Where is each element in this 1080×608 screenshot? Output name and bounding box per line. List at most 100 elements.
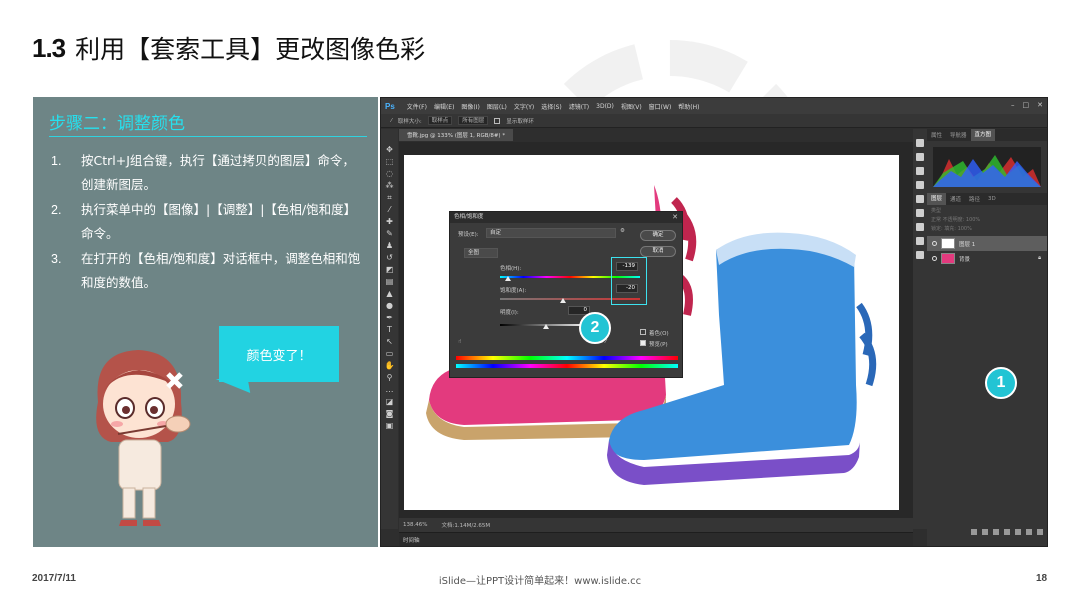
section-number: 1.3 xyxy=(32,32,66,63)
adjustment-layer-icon[interactable] xyxy=(1004,529,1010,535)
blur-tool-icon[interactable]: ▲ xyxy=(384,289,395,298)
tab-properties[interactable]: 属性 xyxy=(927,131,946,139)
preview-checkbox[interactable] xyxy=(640,340,646,346)
type-tool-icon[interactable]: T xyxy=(384,325,395,334)
menu-3d[interactable]: 3D(D) xyxy=(596,103,614,110)
layer-name: 背景 xyxy=(959,256,971,263)
top-panel-tabs: 属性 导航器 直方图 xyxy=(927,129,1047,141)
shape-tool-icon[interactable]: ▭ xyxy=(384,349,395,358)
hand-tool-icon[interactable]: ✋ xyxy=(384,361,395,370)
screen-mode-icon[interactable]: ▣ xyxy=(384,421,395,430)
tool-presets-icon[interactable] xyxy=(916,251,924,259)
lasso-tool-icon[interactable]: ◌ xyxy=(384,169,395,178)
eyedropper-tool-icon[interactable]: ⁄ xyxy=(384,205,395,214)
fill-input[interactable]: 100% xyxy=(958,226,972,232)
tab-3d[interactable]: 3D xyxy=(984,196,1000,202)
tab-layers[interactable]: 图层 xyxy=(927,193,947,205)
actions-icon[interactable] xyxy=(916,153,924,161)
menu-help[interactable]: 帮助(H) xyxy=(678,102,699,111)
move-tool-icon[interactable]: ✥ xyxy=(384,145,395,154)
visibility-eye-icon[interactable] xyxy=(932,256,937,261)
cancel-button[interactable]: 取消 xyxy=(640,246,676,257)
menu-type[interactable]: 文字(Y) xyxy=(514,102,534,111)
tab-navigator[interactable]: 导航器 xyxy=(946,131,971,139)
dodge-tool-icon[interactable]: ● xyxy=(384,301,395,310)
pen-tool-icon[interactable]: ✒ xyxy=(384,313,395,322)
quick-mask-icon[interactable]: ◙ xyxy=(384,409,395,418)
menu-filter[interactable]: 滤镜(T) xyxy=(569,102,589,111)
tab-channels[interactable]: 通道 xyxy=(946,195,965,203)
history-icon[interactable] xyxy=(916,139,924,147)
menu-layer[interactable]: 图层(L) xyxy=(487,102,507,111)
quick-select-icon[interactable]: ⁂ xyxy=(384,181,395,190)
menu-image[interactable]: 图像(I) xyxy=(461,102,479,111)
speech-bubble-tail xyxy=(215,379,251,393)
blend-mode-select[interactable]: 正常 xyxy=(931,217,941,223)
menu-view[interactable]: 视图(V) xyxy=(621,102,642,111)
color-swatches-icon[interactable]: ◪ xyxy=(384,397,395,406)
layer-row[interactable]: 图层 1 xyxy=(927,236,1047,251)
histogram-graph xyxy=(933,155,1041,187)
healing-tool-icon[interactable]: ✚ xyxy=(384,217,395,226)
eraser-tool-icon[interactable]: ◩ xyxy=(384,265,395,274)
eyedropper-icon[interactable]: ⁄ xyxy=(391,118,392,124)
status-bar: 138.46% 文档:1.14M/2.65M xyxy=(399,518,913,532)
step-list: 1. 按Ctrl+J组合键，执行【通过拷贝的图层】命令，创建新图层。 2. 执行菜单… xyxy=(51,149,367,296)
crop-tool-icon[interactable]: ⌗ xyxy=(384,193,395,202)
tab-paths[interactable]: 路径 xyxy=(965,195,984,203)
page-number: 18 xyxy=(1036,573,1048,584)
channel-select[interactable]: 全图 xyxy=(464,248,498,258)
visibility-eye-icon[interactable] xyxy=(932,241,937,246)
hue-saturation-dialog: 色相/饱和度 ✕ 预设(E): 自定 ⚙ 确定 取消 全图 色相(H): -13… xyxy=(449,211,683,378)
menu-window[interactable]: 窗口(W) xyxy=(649,102,672,111)
character-icon[interactable] xyxy=(916,223,924,231)
adjustments-icon[interactable] xyxy=(916,167,924,175)
document-tab[interactable]: 雪靴.jpg @ 133% (图层 1, RGB/8#) * xyxy=(399,129,514,141)
new-layer-icon[interactable] xyxy=(1026,529,1032,535)
opacity-input[interactable]: 100% xyxy=(966,217,980,223)
preset-gear-icon[interactable]: ⚙ xyxy=(620,228,625,234)
lightness-slider-knob[interactable] xyxy=(543,324,549,329)
timeline-tab[interactable]: 时间轴 xyxy=(403,536,420,544)
brush-tool-icon[interactable]: ✎ xyxy=(384,229,395,238)
saturation-slider-knob[interactable] xyxy=(560,298,566,303)
layer-style-icon[interactable] xyxy=(982,529,988,535)
tab-histogram[interactable]: 直方图 xyxy=(970,129,996,141)
new-group-icon[interactable] xyxy=(1015,529,1021,535)
minimize-icon[interactable]: – xyxy=(1011,101,1015,109)
menu-edit[interactable]: 编辑(E) xyxy=(434,102,454,111)
photoshop-window: Ps 文件(F) 编辑(E) 图像(I) 图层(L) 文字(Y) 选择(S) 滤… xyxy=(380,97,1048,547)
sample-layers-select[interactable]: 所有图层 xyxy=(458,116,489,125)
layer-row[interactable]: 背景 🔒︎ xyxy=(927,251,1047,266)
hand-adjust-icon[interactable]: ☝ xyxy=(458,339,461,345)
brush-icon[interactable] xyxy=(916,209,924,217)
marquee-tool-icon[interactable]: ⬚ xyxy=(384,157,395,166)
ok-button[interactable]: 确定 xyxy=(640,230,676,241)
sample-size-select[interactable]: 取样点 xyxy=(427,116,453,125)
delete-layer-icon[interactable] xyxy=(1037,529,1043,535)
show-ring-checkbox[interactable] xyxy=(494,117,501,124)
history-brush-icon[interactable]: ↺ xyxy=(384,253,395,262)
title-text: 利用【套索工具】更改图像色彩 xyxy=(75,35,426,64)
colorize-checkbox[interactable] xyxy=(640,329,646,335)
layer-kind-filter[interactable]: 类型 xyxy=(931,208,941,214)
preset-select[interactable]: 自定 xyxy=(486,228,616,238)
zoom-tool-icon[interactable]: ⚲ xyxy=(384,373,395,382)
step-item: 2. 执行菜单中的【图像】|【调整】|【色相/饱和度】命令。 xyxy=(51,202,357,241)
paragraph-icon[interactable] xyxy=(916,237,924,245)
color-icon[interactable] xyxy=(916,181,924,189)
stamp-tool-icon[interactable]: ♟ xyxy=(384,241,395,250)
step-divider xyxy=(49,136,367,137)
more-tools-icon[interactable]: … xyxy=(384,385,395,394)
link-layers-icon[interactable] xyxy=(971,529,977,535)
path-select-icon[interactable]: ↖ xyxy=(384,337,395,346)
menu-file[interactable]: 文件(F) xyxy=(407,102,427,111)
add-mask-icon[interactable] xyxy=(993,529,999,535)
close-icon[interactable]: ✕ xyxy=(1037,101,1043,109)
swatches-icon[interactable] xyxy=(916,195,924,203)
menu-select[interactable]: 选择(S) xyxy=(541,102,562,111)
gradient-tool-icon[interactable]: ▤ xyxy=(384,277,395,286)
hue-slider-knob[interactable] xyxy=(505,276,511,281)
maximize-icon[interactable]: □ xyxy=(1023,101,1030,109)
dialog-close-icon[interactable]: ✕ xyxy=(672,212,678,223)
